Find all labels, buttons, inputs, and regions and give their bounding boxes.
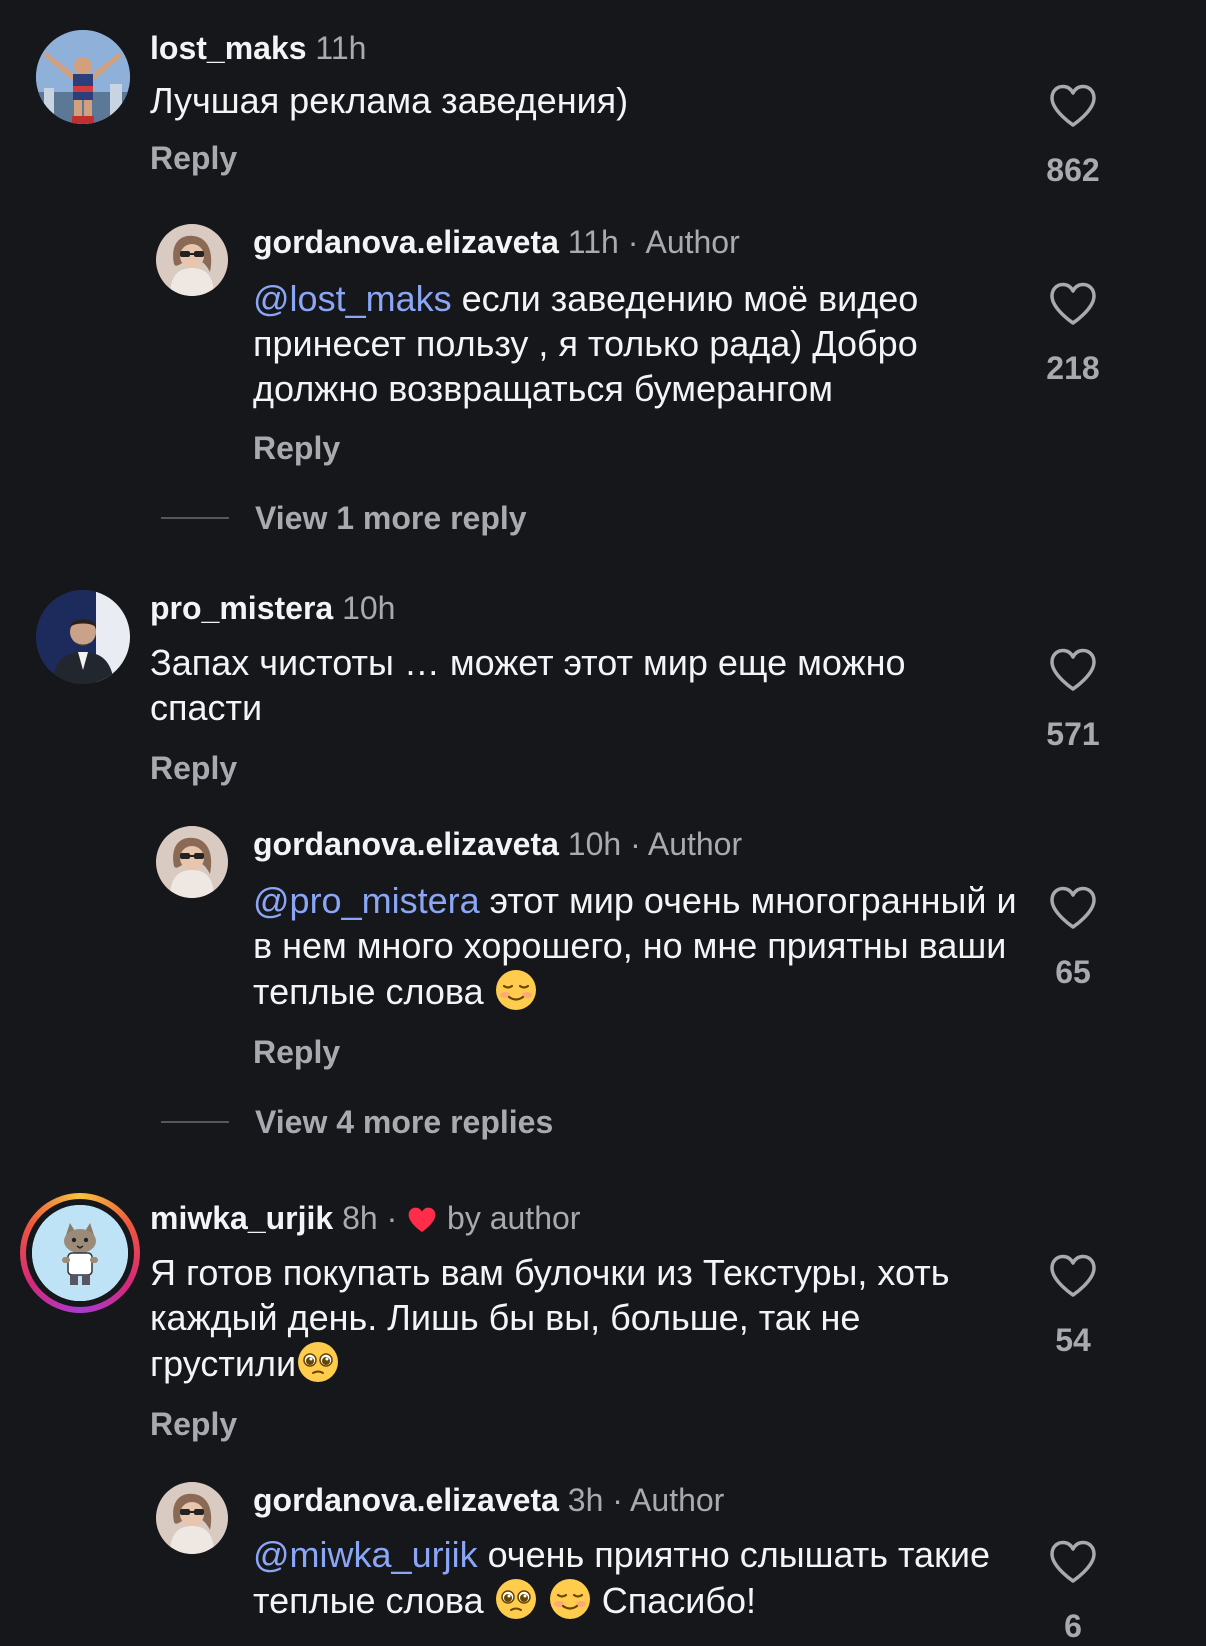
comment-header: miwka_urjik 8h · by author bbox=[150, 1198, 580, 1238]
reply-button[interactable]: Reply bbox=[150, 138, 237, 178]
man-suit-photo-icon bbox=[36, 590, 130, 684]
like-column: 6 bbox=[1018, 1540, 1128, 1646]
like-column: 54 bbox=[1018, 1254, 1128, 1360]
username[interactable]: lost_maks bbox=[150, 30, 307, 66]
username[interactable]: pro_mistera bbox=[150, 590, 333, 626]
mention-link[interactable]: @miwka_urjik bbox=[253, 1534, 478, 1575]
like-count: 218 bbox=[1046, 350, 1100, 386]
separator: · bbox=[621, 826, 648, 862]
heart-icon[interactable] bbox=[1049, 84, 1097, 128]
author-badge: Author bbox=[647, 826, 743, 862]
timestamp: 10h bbox=[342, 590, 396, 626]
avatar-gordanova[interactable] bbox=[156, 826, 228, 898]
mention-link[interactable]: @pro_mistera bbox=[253, 880, 480, 921]
view-more-replies-button[interactable]: View 1 more reply bbox=[161, 498, 527, 538]
comment-text: @miwka_urjik очень приятно слышать такие… bbox=[253, 1532, 1023, 1623]
like-column: 571 bbox=[1018, 648, 1128, 754]
username[interactable]: gordanova.elizaveta bbox=[253, 224, 559, 260]
timestamp: 11h bbox=[315, 30, 367, 66]
cat-cartoon-icon bbox=[32, 1205, 128, 1301]
heart-filled-icon bbox=[408, 1207, 436, 1233]
like-count: 571 bbox=[1046, 716, 1100, 752]
avatar-lost-maks[interactable] bbox=[36, 30, 130, 124]
username[interactable]: gordanova.elizaveta bbox=[253, 1482, 559, 1518]
liked-by-author-label: by author bbox=[447, 1200, 581, 1236]
like-count: 862 bbox=[1046, 152, 1100, 188]
username[interactable]: miwka_urjik bbox=[150, 1200, 333, 1236]
heart-icon[interactable] bbox=[1049, 1254, 1097, 1298]
comment-text: Запах чистоты … может этот мир еще можно… bbox=[150, 640, 1010, 730]
avatar-miwka-urjik[interactable] bbox=[32, 1205, 128, 1301]
like-count: 65 bbox=[1055, 954, 1091, 990]
like-count: 6 bbox=[1064, 1608, 1082, 1644]
mention-link[interactable]: @lost_maks bbox=[253, 278, 452, 319]
reply-button[interactable]: Reply bbox=[253, 428, 340, 468]
like-count: 54 bbox=[1055, 1322, 1091, 1358]
separator: · bbox=[377, 1200, 407, 1236]
timestamp: 3h bbox=[567, 1482, 604, 1518]
heart-icon[interactable] bbox=[1049, 282, 1097, 326]
username[interactable]: gordanova.elizaveta bbox=[253, 826, 559, 862]
reply-button[interactable]: Reply bbox=[150, 1404, 237, 1444]
view-more-label: View 4 more replies bbox=[255, 1104, 554, 1140]
heart-icon[interactable] bbox=[1049, 886, 1097, 930]
comment-text: @lost_maks если заведению моё видео прин… bbox=[253, 276, 1023, 411]
runner-photo-icon bbox=[36, 30, 130, 124]
separator: · bbox=[618, 224, 646, 260]
view-more-replies-button[interactable]: View 4 more replies bbox=[161, 1102, 553, 1142]
comment-header: pro_mistera 10h bbox=[150, 588, 395, 628]
timestamp: 11h bbox=[567, 224, 619, 260]
comment-text: Лучшая реклама заведения) bbox=[150, 78, 940, 123]
comment-text: @pro_mistera этот мир очень многогранный… bbox=[253, 878, 1023, 1014]
comment-header: gordanova.elizaveta 10h · Author bbox=[253, 824, 742, 864]
comment-text-content: Запах чистоты … может этот мир еще можно… bbox=[150, 642, 906, 728]
reply-button[interactable]: Reply bbox=[150, 748, 237, 788]
comment-header: gordanova.elizaveta 11h · Author bbox=[253, 222, 740, 262]
comment-text-content: Лучшая реклама заведения) bbox=[150, 80, 629, 121]
avatar-pro-mistera[interactable] bbox=[36, 590, 130, 684]
author-badge: Author bbox=[645, 224, 740, 260]
comment-header: gordanova.elizaveta 3h · Author bbox=[253, 1480, 724, 1520]
timestamp: 8h bbox=[342, 1200, 378, 1236]
avatar-gordanova[interactable] bbox=[156, 224, 228, 296]
woman-photo-icon bbox=[156, 1482, 228, 1554]
view-more-label: View 1 more reply bbox=[255, 500, 527, 536]
author-badge: Author bbox=[630, 1482, 725, 1518]
divider-line bbox=[161, 517, 229, 519]
timestamp: 10h bbox=[567, 826, 622, 862]
comment-text-tail: Спасибо! bbox=[601, 1580, 756, 1621]
relieved-smile-emoji-icon bbox=[495, 970, 536, 1010]
heart-icon[interactable] bbox=[1049, 1540, 1097, 1584]
relieved-smile-emoji-icon bbox=[549, 1579, 590, 1619]
comment-text-content: Я готов покупать вам булочки из Текстуры… bbox=[150, 1252, 950, 1384]
comment-text: Я готов покупать вам булочки из Текстуры… bbox=[150, 1250, 990, 1386]
like-column: 218 bbox=[1018, 282, 1128, 388]
woman-photo-icon bbox=[156, 826, 228, 898]
comment-header: lost_maks 11h bbox=[150, 28, 366, 68]
woman-photo-icon bbox=[156, 224, 228, 296]
like-column: 862 bbox=[1018, 84, 1128, 190]
like-column: 65 bbox=[1018, 886, 1128, 992]
pleading-face-emoji-icon bbox=[298, 1342, 339, 1382]
separator: · bbox=[603, 1482, 631, 1518]
reply-button[interactable]: Reply bbox=[253, 1032, 340, 1072]
divider-line bbox=[161, 1121, 229, 1123]
pleading-face-emoji-icon bbox=[495, 1579, 536, 1619]
avatar-gordanova[interactable] bbox=[156, 1482, 228, 1554]
heart-icon[interactable] bbox=[1049, 648, 1097, 692]
